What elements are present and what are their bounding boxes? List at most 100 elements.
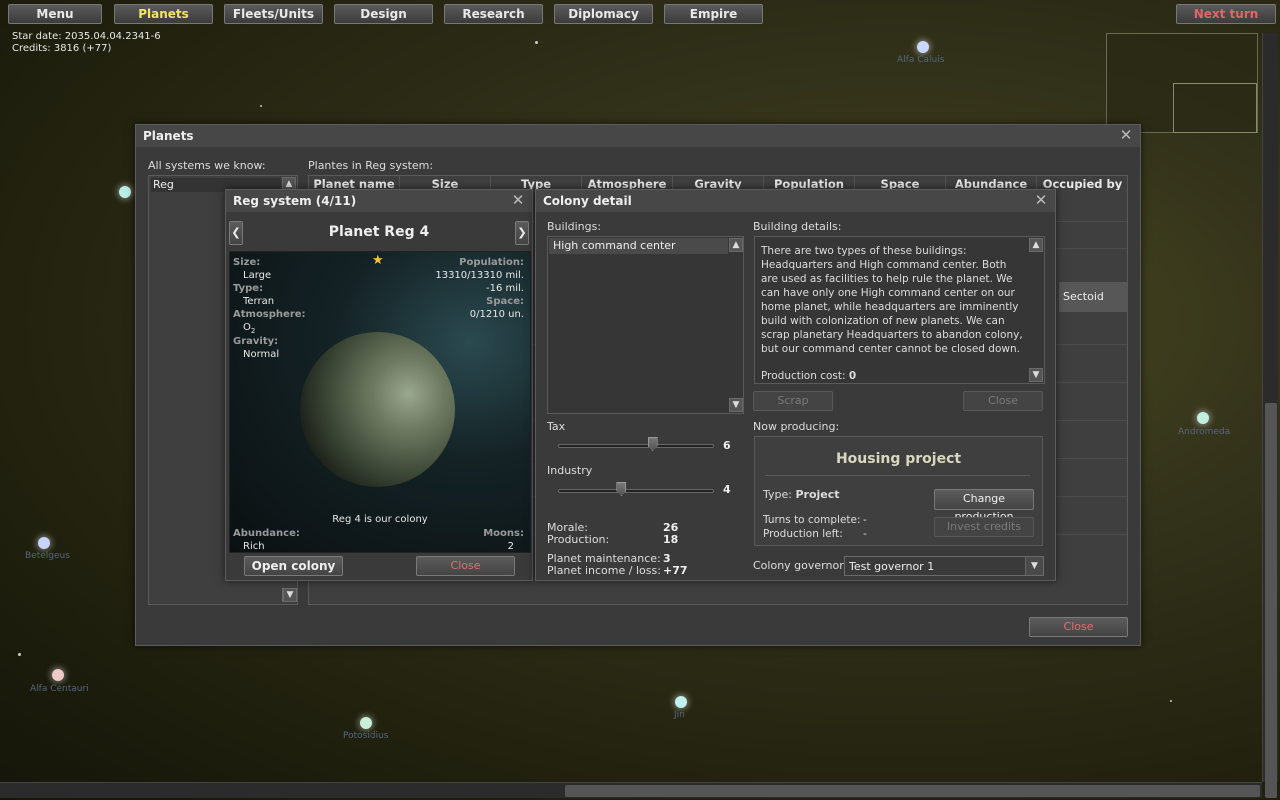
minimap[interactable] [1106,33,1258,133]
turns-to-complete-label: Turns to complete: [763,514,861,526]
planet-name: Planet Reg 4 [328,224,430,240]
table-row-selected-occupied[interactable]: Sectoid [1059,282,1128,312]
column-header[interactable]: Occupied by [1037,176,1128,190]
background-star [260,105,262,107]
size-value: Large [243,270,272,281]
close-button[interactable]: Close [416,556,515,576]
scrollbar-thumb[interactable] [1265,403,1277,798]
change-production-button[interactable]: Change production [934,489,1034,523]
column-header[interactable]: Atmosphere [582,176,673,190]
governor-select[interactable]: Test governor 1 ▼ [844,556,1044,576]
type-label: Type: [233,283,264,294]
design-button[interactable]: Design [334,4,433,24]
industry-slider-handle[interactable] [616,482,627,496]
tax-value: 6 [723,439,731,452]
scroll-up-icon[interactable]: ▲ [729,238,743,252]
tax-label: Tax [547,420,566,433]
close-button[interactable]: Close [1029,617,1128,637]
menu-button[interactable]: Menu [8,4,102,24]
column-header[interactable]: Gravity [673,176,764,190]
planet-globe [300,332,455,487]
map-horizontal-scrollbar[interactable] [0,782,1262,798]
background-star [535,41,538,44]
close-details-button[interactable]: Close [963,391,1043,411]
star-label-alfa-caluis: Alfa Caluis [897,55,945,65]
divider [765,475,1030,476]
credits: Credits: 3816 (+77) [12,43,112,54]
moons-value: 2 [507,541,514,552]
atmosphere-label: Atmosphere: [233,309,306,320]
turns-to-complete-value: - [863,514,867,526]
colony-detail-title: Colony detail [536,190,1055,212]
scrollbar-thumb[interactable] [565,785,1260,797]
production-value: 18 [663,533,679,546]
planets-list-label: Plantes in Reg system: [308,159,434,172]
governor-value: Test governor 1 [849,560,935,573]
building-item[interactable]: High command center [549,238,728,254]
building-description: There are two types of these buildings: … [761,245,1023,355]
close-icon[interactable]: ✕ [510,192,526,208]
colony-note: Reg 4 is our colony [332,514,428,525]
column-header[interactable]: Size [400,176,491,190]
column-header[interactable]: Abundance [946,176,1037,190]
scroll-down-icon[interactable]: ▼ [1029,368,1043,382]
close-icon[interactable]: ✕ [1033,192,1049,208]
industry-value: 4 [723,483,731,496]
tax-slider-handle[interactable] [647,437,658,451]
prev-planet-button[interactable]: ❮ [229,221,243,245]
invest-credits-button[interactable]: Invest credits [934,517,1034,537]
planets-button[interactable]: Planets [114,4,213,24]
star-betelgeus[interactable] [38,537,50,549]
open-colony-button[interactable]: Open colony [244,556,343,576]
planet-detail-window: Reg system (4/11) ✕ ❮ ❯ Planet Reg 4 ★ S… [225,189,533,581]
planets-window-title: Planets [136,125,1140,147]
scroll-up-icon[interactable]: ▲ [1029,238,1043,252]
column-header[interactable]: Population [764,176,855,190]
scrap-button[interactable]: Scrap [753,391,833,411]
star-date: Star date: 2035.04.04.2341-6 [12,31,161,42]
star-label-andromeda: Andromeda [1178,427,1231,437]
scroll-down-icon[interactable]: ▼ [283,588,297,602]
building-details-box: There are two types of these buildings: … [754,236,1045,384]
population-change: -16 mil. [486,283,524,294]
next-turn-button[interactable]: Next turn [1176,4,1276,24]
minimap-viewport[interactable] [1173,83,1257,133]
income-label: Planet income / loss: [547,564,661,577]
size-label: Size: [233,257,261,268]
industry-label: Industry [547,464,593,477]
scroll-down-icon[interactable]: ▼ [729,398,743,412]
fleets-units-button[interactable]: Fleets/Units [224,4,323,24]
chevron-down-icon[interactable]: ▼ [1025,557,1043,575]
star-andromeda[interactable] [1197,412,1209,424]
population-label: Population: [459,257,524,268]
close-icon[interactable]: ✕ [1118,127,1134,143]
type-value: Terran [243,296,275,307]
next-planet-button[interactable]: ❯ [515,221,529,245]
column-header[interactable]: Type [491,176,582,190]
industry-slider[interactable] [558,482,714,496]
project-name: Housing project [835,451,962,467]
map-vertical-scrollbar[interactable] [1262,33,1278,798]
star-alfa-centauri[interactable] [52,669,64,681]
column-header[interactable]: Space [855,176,946,190]
moons-label: Moons: [483,528,524,539]
abundance-label: Abundance: [233,528,300,539]
gravity-value: Normal [243,349,280,360]
systems-label: All systems we know: [148,159,266,172]
planet-view: ★ Size: Large Type: Terran Atmosphere: O… [229,251,531,553]
production-panel: Housing project Type: Project Change pro… [754,436,1043,546]
column-header[interactable]: Planet name [309,176,400,190]
tax-slider[interactable] [558,437,714,451]
star-jin[interactable] [675,696,687,708]
planet-detail-title: Reg system (4/11) [226,190,532,212]
now-producing-label: Now producing: [753,420,840,433]
diplomacy-button[interactable]: Diplomacy [554,4,653,24]
star-potosidius[interactable] [360,717,372,729]
governor-label: Colony governor: [753,559,848,572]
research-button[interactable]: Research [444,4,543,24]
star-left-upper[interactable] [119,186,131,198]
star-icon: ★ [372,253,384,268]
buildings-list[interactable]: High command center ▲ ▼ [547,236,744,414]
empire-button[interactable]: Empire [664,4,763,24]
star-alfa-caluis[interactable] [917,41,929,53]
